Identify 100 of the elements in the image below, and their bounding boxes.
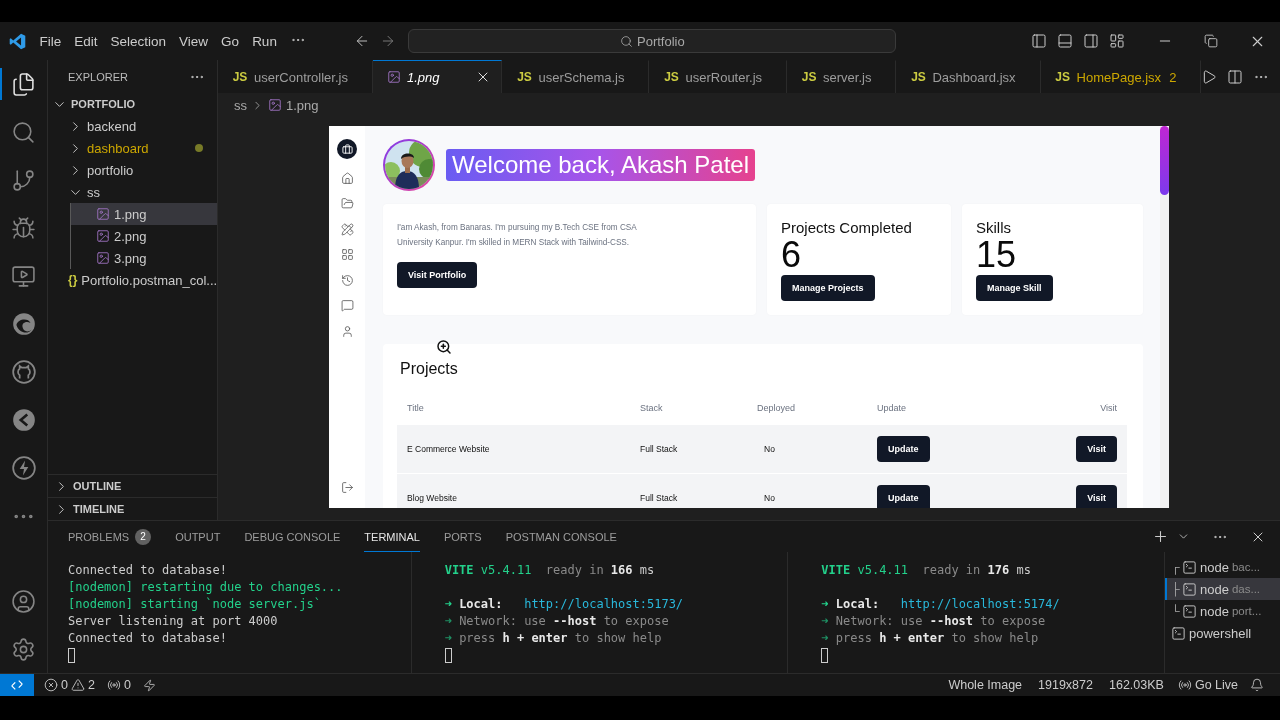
warning-icon [70,678,85,692]
status-text: Whole Image [947,678,1024,692]
branch-icon[interactable] [11,167,36,193]
table-cell-text: No [763,444,775,454]
tree-item[interactable]: backend [48,115,217,137]
table-cell: Full Stack [640,444,678,454]
panel-tab[interactable]: PORTS [443,521,482,552]
terminal-cursor [821,648,829,663]
problems-status[interactable]: 0 2 [38,674,101,696]
tree-item[interactable]: 3.png [71,247,217,269]
terminal-icon [1171,625,1186,641]
terminal-line: ➜ Local: http://localhost:5174/ [821,596,1061,613]
panel-tab[interactable]: DEBUG CONSOLE [244,521,341,552]
visit-button[interactable]: Visit [1076,485,1117,508]
swirl-icon[interactable] [10,311,37,337]
bolt-icon[interactable] [10,455,37,481]
manage-button[interactable]: Manage Skill [976,275,1053,301]
update-button[interactable]: Update [877,485,930,508]
tree-item[interactable]: PORTFOLIO [48,93,217,115]
terminal-icon [1182,603,1197,619]
message-icon[interactable] [340,299,354,312]
image-icon [386,70,401,84]
menu-item[interactable]: View [172,29,215,53]
panel-tab[interactable]: POSTMAN CONSOLE [505,521,617,552]
column-header: Update [877,403,908,413]
ports-status[interactable]: 0 [100,674,137,696]
terminal-line: VITE v5.4.11 ready in 166 ms [444,562,656,579]
search-icon[interactable] [11,119,36,145]
plus-icon[interactable] [1152,528,1169,545]
table-cell: Full Stack [640,493,678,503]
go-live-button[interactable]: Go Live [1171,678,1244,692]
bolt-icon [142,678,156,692]
tools-icon[interactable] [340,222,354,236]
logo-icon [9,32,26,50]
bell-icon [1250,678,1264,692]
terminal-line: [nodemon] restarting due to changes... [68,579,344,596]
about-text: I'am Akash, from Banaras. I'm pursuing my B.Tech CSE from CSA University Kanpur. I'm skilled in MERN Stack with Tailwind-CSS. [397,222,638,249]
scrollbar[interactable] [1160,126,1169,195]
monitor-icon[interactable] [11,263,36,289]
tree-item[interactable]: 1.png [71,203,217,225]
logout-icon[interactable] [340,481,354,494]
panel-tab[interactable]: PROBLEMS 2 [68,521,152,552]
visit-portfolio-button[interactable]: Visit Portfolio [397,262,478,288]
grid-icon[interactable] [340,248,354,261]
chevron-circle-icon[interactable] [10,407,37,433]
terminal-item[interactable]: └ node port... [1165,600,1280,622]
tree-item[interactable]: ss [48,181,217,203]
run-icon[interactable] [1201,68,1218,85]
terminal-line: ➜ Network: use --host to expose [444,613,670,630]
terminal-item[interactable]: powershell [1165,622,1280,644]
panel-tab[interactable]: OUTPUT [175,521,221,552]
user-icon[interactable] [340,324,354,338]
terminal-icon [1182,581,1197,597]
search-field[interactable]: Portfolio [408,29,897,53]
folder-icon[interactable] [340,197,354,210]
column-header: Title [407,403,425,413]
menu-item[interactable]: Selection [104,29,173,53]
menu-item[interactable]: Edit [67,29,105,53]
history-icon[interactable] [340,273,354,287]
settings-icon[interactable] [11,636,36,662]
terminal-line: ➜ press h + enter to show help [444,630,663,647]
terminal-item[interactable]: ├ node das... [1165,578,1280,600]
remote-button[interactable] [0,674,34,696]
tree-item[interactable]: {} Portfolio.postman_col... [48,269,217,291]
cat-circle-icon[interactable] [10,359,37,385]
menu-item[interactable]: File [33,29,68,53]
sidebar-toggle-icon[interactable] [1031,33,1047,49]
layout-icon[interactable] [1109,33,1125,49]
projects-title: Projects [400,360,459,378]
column-header: Deployed [757,403,797,413]
terminal-icon [1182,559,1197,575]
terminal-line: ➜ press h + enter to show help [821,630,1040,647]
editor-tab[interactable]: 1.png [372,60,503,93]
panel-tab[interactable]: TERMINAL [364,521,420,552]
briefcase-icon[interactable] [337,139,357,159]
update-button[interactable]: Update [877,436,930,462]
menu-item[interactable]: Go [214,29,246,53]
tree-item[interactable]: 2.png [71,225,217,247]
bug-icon[interactable] [11,215,36,241]
panel-toggle-icon[interactable] [1057,33,1073,49]
breadcrumb-item[interactable]: 1.png [286,97,319,113]
table-cell: Blog Website [407,493,457,503]
terminal-item[interactable]: ┌ node bac... [1165,556,1280,578]
account-icon[interactable] [11,588,36,614]
tree-item[interactable]: portfolio [48,159,217,181]
image-icon [96,251,110,265]
menu-item[interactable]: Run [245,29,284,53]
stat-title: Projects Completed [781,219,912,236]
tree-item[interactable]: dashboard [48,137,217,159]
manage-button[interactable]: Manage Projects [781,275,875,301]
restore-icon[interactable] [1204,34,1218,48]
files-icon[interactable] [11,71,36,97]
column-header: Stack [640,403,664,413]
secondary-sidebar-icon[interactable] [1083,33,1099,49]
terminal-line: Server listening at port 4000 [68,613,279,630]
visit-button[interactable]: Visit [1076,436,1117,462]
section-header[interactable]: OUTLINE [48,474,217,497]
breadcrumb-item[interactable]: ss [234,97,247,113]
split-editor-icon[interactable] [1227,68,1244,85]
home-icon[interactable] [340,171,354,185]
